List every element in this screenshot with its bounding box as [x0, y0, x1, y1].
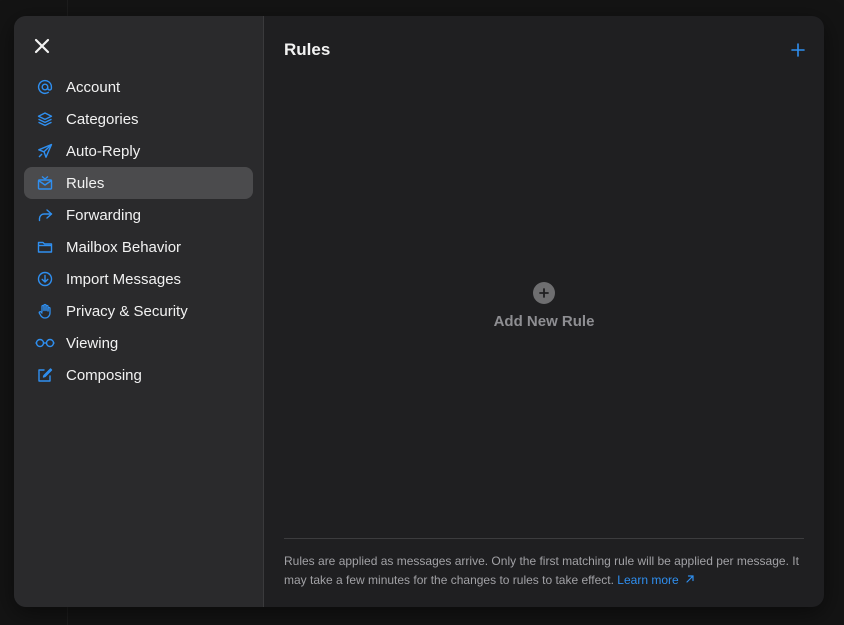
settings-nav: Account Categories Auto-Reply Rules Forw… — [24, 71, 253, 391]
sidebar-item-account[interactable]: Account — [24, 71, 253, 103]
sidebar-item-label: Auto-Reply — [66, 142, 141, 160]
sidebar-item-label: Viewing — [66, 334, 119, 352]
sidebar-item-viewing[interactable]: Viewing — [24, 327, 253, 359]
mail-filter-icon — [24, 167, 66, 199]
learn-more-label: Learn more — [617, 573, 679, 587]
add-new-rule-label: Add New Rule — [493, 313, 595, 330]
close-button[interactable] — [30, 34, 54, 58]
sidebar-item-label: Categories — [66, 110, 139, 128]
rules-panel: Rules Add New Rule Rules are applied as … — [264, 16, 824, 607]
page-title: Rules — [284, 40, 331, 59]
sidebar-item-label: Account — [66, 78, 121, 96]
sidebar-item-label: Forwarding — [66, 206, 142, 224]
sidebar-item-rules[interactable]: Rules — [24, 167, 253, 199]
folder-icon — [24, 231, 66, 263]
footer-text: Rules are applied as messages arrive. On… — [284, 554, 799, 587]
rules-footer: Rules are applied as messages arrive. On… — [284, 552, 804, 590]
download-circle-icon — [24, 263, 66, 295]
sidebar-item-label: Composing — [66, 366, 142, 384]
divider — [284, 538, 804, 539]
learn-more-link[interactable]: Learn more — [617, 573, 695, 587]
add-new-rule-button[interactable]: Add New Rule — [264, 282, 824, 330]
layers-icon — [24, 103, 66, 135]
sidebar-item-privacy-security[interactable]: Privacy & Security — [24, 295, 253, 327]
hand-icon — [24, 295, 66, 327]
paper-plane-icon — [24, 135, 66, 167]
settings-modal: Account Categories Auto-Reply Rules Forw… — [14, 16, 824, 607]
sidebar-item-auto-reply[interactable]: Auto-Reply — [24, 135, 253, 167]
plus-circle-icon — [533, 282, 555, 304]
sidebar-item-import-messages[interactable]: Import Messages — [24, 263, 253, 295]
at-sign-icon — [24, 71, 66, 103]
glasses-icon — [24, 327, 66, 359]
close-icon — [34, 38, 50, 54]
sidebar-item-label: Privacy & Security — [66, 302, 188, 320]
add-rule-button[interactable] — [788, 40, 808, 60]
compose-icon — [24, 359, 66, 391]
sidebar-item-label: Mailbox Behavior — [66, 238, 182, 256]
sidebar-item-categories[interactable]: Categories — [24, 103, 253, 135]
forward-arrow-icon — [24, 199, 66, 231]
settings-sidebar: Account Categories Auto-Reply Rules Forw… — [14, 16, 264, 607]
sidebar-item-mailbox-behavior[interactable]: Mailbox Behavior — [24, 231, 253, 263]
plus-icon — [791, 43, 805, 57]
external-link-icon — [686, 575, 694, 583]
sidebar-item-composing[interactable]: Composing — [24, 359, 253, 391]
sidebar-item-label: Import Messages — [66, 270, 182, 288]
sidebar-item-forwarding[interactable]: Forwarding — [24, 199, 253, 231]
sidebar-item-label: Rules — [66, 174, 105, 192]
